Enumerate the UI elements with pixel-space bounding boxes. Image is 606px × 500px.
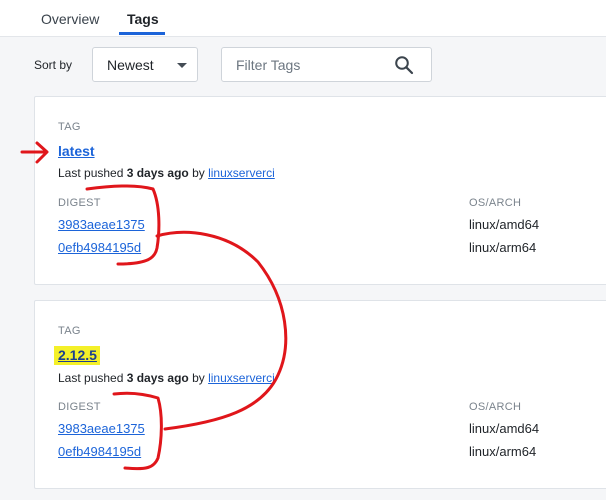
sort-select-value: Newest: [107, 57, 154, 73]
sort-select[interactable]: Newest: [92, 47, 198, 82]
tag-section-label: TAG: [58, 121, 81, 133]
digest-link[interactable]: 0efb4984195d: [58, 240, 141, 255]
tag-name-link[interactable]: latest: [58, 143, 95, 159]
pusher-link[interactable]: linuxserverci: [208, 166, 275, 180]
last-pushed-info: Last pushed 3 days ago by linuxserverci: [58, 166, 275, 180]
tab-tags[interactable]: Tags: [127, 11, 159, 27]
osarch-value: linux/amd64: [469, 421, 540, 436]
search-icon[interactable]: [394, 55, 414, 75]
tag-card-latest: [34, 96, 606, 285]
osarch-value: linux/arm64: [469, 444, 537, 459]
digest-link[interactable]: 3983aeae1375: [58, 217, 145, 232]
tag-section-label: TAG: [58, 325, 81, 337]
osarch-header: OS/ARCH: [469, 197, 522, 209]
osarch-value: linux/amd64: [469, 217, 540, 232]
caret-down-icon: [177, 63, 187, 68]
digest-header: DIGEST: [58, 401, 101, 413]
tab-overview[interactable]: Overview: [41, 11, 99, 27]
last-pushed-info: Last pushed 3 days ago by linuxserverci: [58, 371, 275, 385]
pusher-link[interactable]: linuxserverci: [208, 371, 275, 385]
top-nav: Overview Tags: [0, 0, 606, 37]
osarch-header: OS/ARCH: [469, 401, 522, 413]
digest-header: DIGEST: [58, 197, 101, 209]
digest-link[interactable]: 0efb4984195d: [58, 444, 141, 459]
sort-by-label: Sort by: [34, 58, 73, 72]
tag-card-2-12-5: [34, 300, 606, 489]
filter-tags-input[interactable]: [236, 55, 386, 75]
osarch-value: linux/arm64: [469, 240, 537, 255]
active-tab-indicator: [119, 32, 165, 35]
tag-name-link[interactable]: 2.12.5: [58, 347, 97, 363]
digest-link[interactable]: 3983aeae1375: [58, 421, 145, 436]
